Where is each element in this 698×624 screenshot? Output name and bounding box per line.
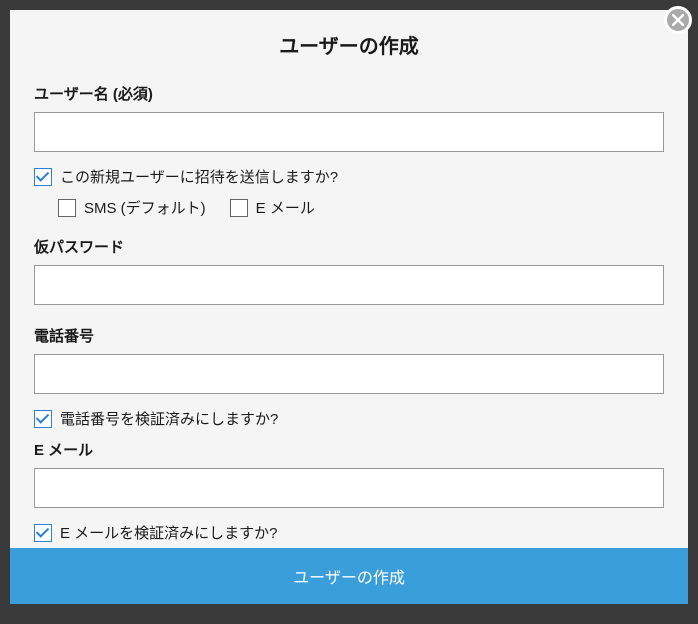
modal-title: ユーザーの作成 xyxy=(34,30,664,59)
invite-sms-checkbox[interactable] xyxy=(58,199,76,217)
username-input[interactable] xyxy=(34,112,664,152)
phone-verified-checkbox[interactable] xyxy=(34,410,52,428)
phone-verified-row: 電話番号を検証済みにしますか? xyxy=(34,408,664,429)
phone-label: 電話番号 xyxy=(34,325,664,346)
invite-email-row: E メール xyxy=(230,197,315,218)
email-verified-checkbox[interactable] xyxy=(34,524,52,542)
email-label: E メール xyxy=(34,439,664,460)
invite-label: この新規ユーザーに招待を送信しますか? xyxy=(60,166,338,187)
modal-body: ユーザーの作成 ユーザー名 (必須) この新規ユーザーに招待を送信しますか? S… xyxy=(10,10,688,548)
username-label: ユーザー名 (必須) xyxy=(34,83,664,104)
invite-email-checkbox[interactable] xyxy=(230,199,248,217)
invite-methods: SMS (デフォルト) E メール xyxy=(58,197,664,218)
close-icon xyxy=(672,14,684,26)
temp-password-input[interactable] xyxy=(34,265,664,305)
create-user-modal: ユーザーの作成 ユーザー名 (必須) この新規ユーザーに招待を送信しますか? S… xyxy=(10,10,688,604)
invite-sms-label: SMS (デフォルト) xyxy=(84,197,206,218)
phone-verified-label: 電話番号を検証済みにしますか? xyxy=(60,408,278,429)
phone-input[interactable] xyxy=(34,354,664,394)
invite-sms-row: SMS (デフォルト) xyxy=(58,197,206,218)
email-input[interactable] xyxy=(34,468,664,508)
email-verified-label: E メールを検証済みにしますか? xyxy=(60,522,278,543)
invite-checkbox[interactable] xyxy=(34,168,52,186)
close-button[interactable] xyxy=(664,6,692,34)
invite-email-label: E メール xyxy=(256,197,315,218)
temp-password-label: 仮パスワード xyxy=(34,236,664,257)
email-verified-row: E メールを検証済みにしますか? xyxy=(34,522,664,543)
create-user-button[interactable]: ユーザーの作成 xyxy=(10,548,688,604)
invite-row: この新規ユーザーに招待を送信しますか? xyxy=(34,166,664,187)
